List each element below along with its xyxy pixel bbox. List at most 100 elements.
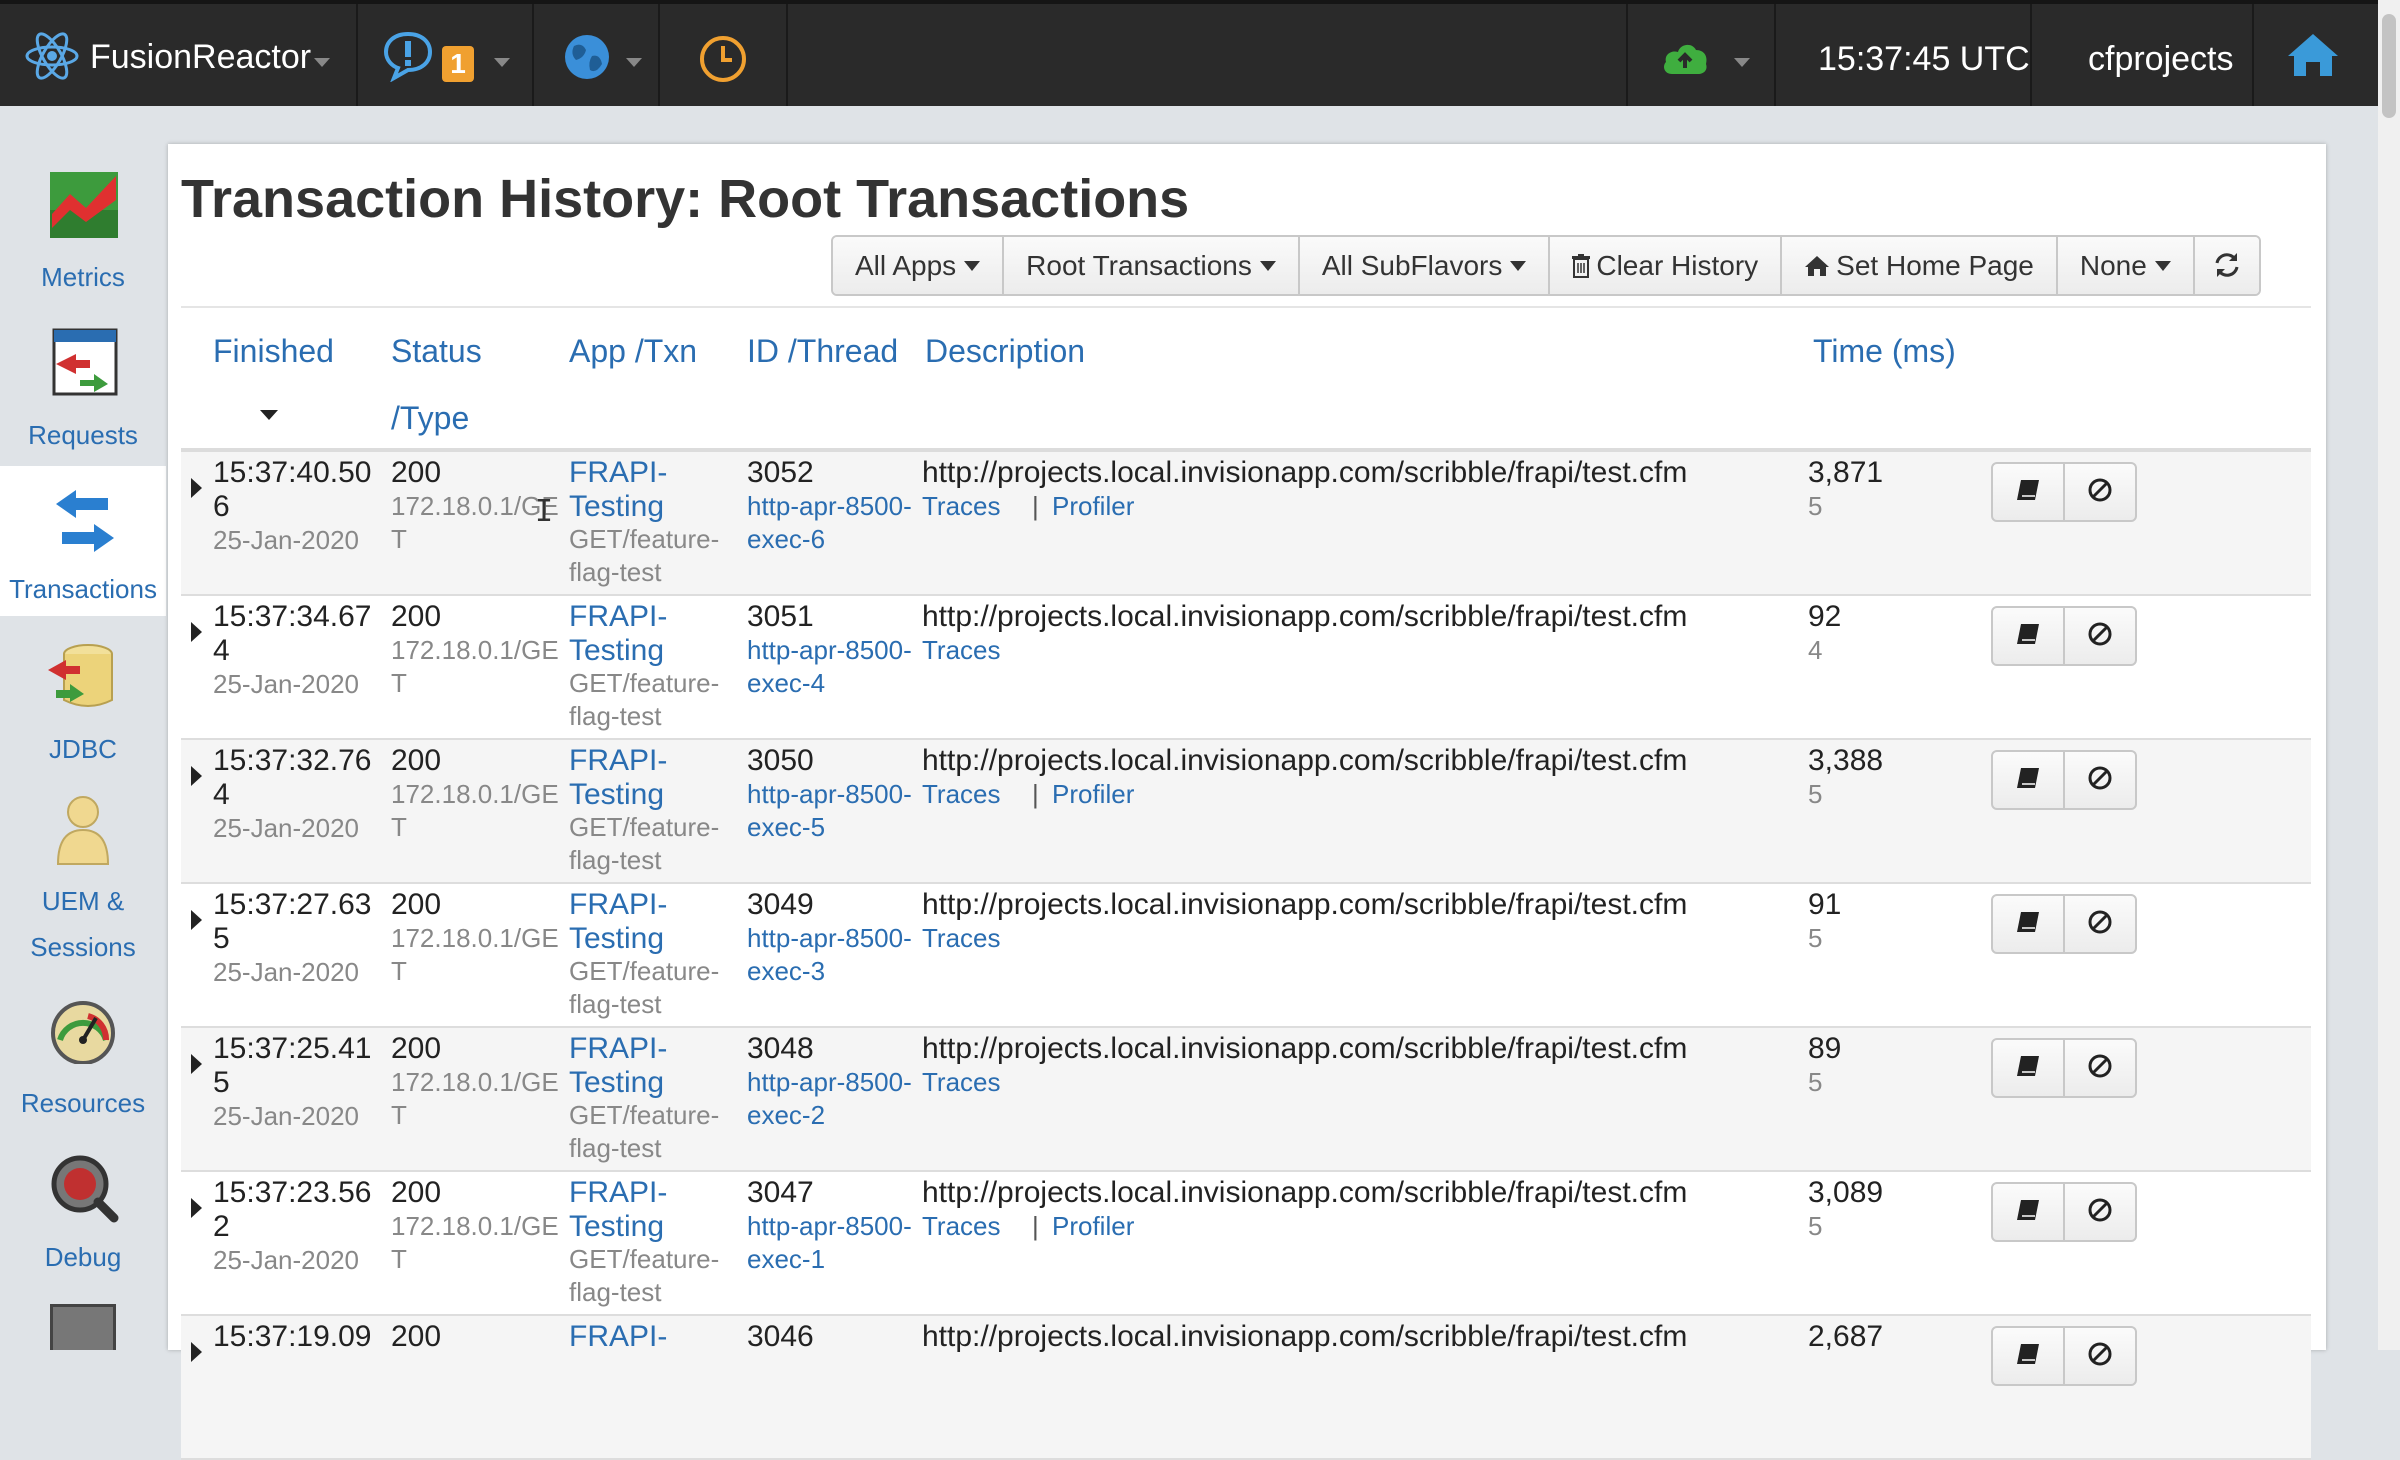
traces-link[interactable]: Traces <box>922 1210 1001 1243</box>
duration-ms: 3,871 <box>1808 456 1884 489</box>
atom-logo-icon <box>24 28 80 89</box>
all-apps-dropdown[interactable]: All Apps <box>833 237 1005 294</box>
home-button[interactable] <box>2254 4 2378 106</box>
table-row[interactable]: 15:37:25.41 5 25-Jan-2020 200 172.18.0.1/GE T… <box>181 1028 2311 1172</box>
app-name-link[interactable]: FRAPI- <box>569 1032 667 1066</box>
app-name-link-cont[interactable]: Testing <box>569 1066 664 1100</box>
app-name-link[interactable]: FRAPI- <box>569 888 667 922</box>
expand-row-icon[interactable] <box>191 1198 202 1218</box>
finished-time-cont: 4 <box>213 778 230 811</box>
gauge-icon <box>48 998 118 1069</box>
page-scrollbar[interactable] <box>2378 0 2400 1350</box>
instances-menu[interactable] <box>534 4 660 106</box>
traces-link[interactable]: Traces <box>922 1066 1001 1099</box>
app-name-link[interactable]: FRAPI- <box>569 744 667 778</box>
app-name-link-cont[interactable]: Testing <box>569 490 664 524</box>
none-label: None <box>2079 250 2147 281</box>
thread-link-cont[interactable]: exec-4 <box>747 667 825 700</box>
thread-link[interactable]: http-apr-8500- <box>747 490 912 523</box>
clear-history-button[interactable]: Clear History <box>1550 237 1783 294</box>
thread-link[interactable]: http-apr-8500- <box>747 922 912 955</box>
book-icon <box>2016 1343 2040 1370</box>
view-details-button[interactable] <box>1993 1184 2065 1240</box>
view-details-button[interactable] <box>1993 752 2065 808</box>
table-row[interactable]: 15:37:19.09 200 FRAPI- 3046 http://projects.… <box>181 1316 2311 1460</box>
expand-row-icon[interactable] <box>191 1342 202 1362</box>
table-row[interactable]: 15:37:23.56 2 25-Jan-2020 200 172.18.0.1/GE T… <box>181 1172 2311 1316</box>
app-name-link[interactable]: FRAPI- <box>569 1320 667 1354</box>
app-name-link[interactable]: FRAPI- <box>569 1176 667 1210</box>
view-details-button[interactable] <box>1993 1040 2065 1096</box>
root-transactions-dropdown[interactable]: Root Transactions <box>1004 237 1300 294</box>
cancel-transaction-button[interactable] <box>2065 1184 2135 1240</box>
col-header-app-txn[interactable]: App /Txn <box>569 333 697 370</box>
cancel-transaction-button[interactable] <box>2065 464 2135 520</box>
ban-icon <box>2087 477 2113 508</box>
book-icon <box>2016 479 2040 506</box>
thread-link[interactable]: http-apr-8500- <box>747 1066 912 1099</box>
expand-row-icon[interactable] <box>191 622 202 642</box>
thread-link-cont[interactable]: exec-5 <box>747 811 825 844</box>
thread-link-cont[interactable]: exec-2 <box>747 1099 825 1132</box>
profiler-link[interactable]: Profiler <box>1052 490 1134 523</box>
request-url: http://projects.local.invisionapp.com/sc… <box>922 600 1688 633</box>
notifications-menu[interactable]: 1 <box>358 4 534 106</box>
sidebar-item-partial-icon[interactable] <box>50 1304 116 1350</box>
col-header-type[interactable]: /Type <box>391 400 469 437</box>
app-name-link-cont[interactable]: Testing <box>569 634 664 668</box>
table-row[interactable]: 15:37:34.67 4 25-Jan-2020 200 172.18.0.1/GE T… <box>181 596 2311 740</box>
history-button[interactable] <box>660 4 788 106</box>
table-row[interactable]: 15:37:32.76 4 25-Jan-2020 200 172.18.0.1/GE T… <box>181 740 2311 884</box>
app-name-link[interactable]: FRAPI- <box>569 456 667 490</box>
table-row[interactable]: 15:37:40.50 6 25-Jan-2020 200 172.18.0.1/GE T… <box>181 452 2311 596</box>
profiler-link[interactable]: Profiler <box>1052 778 1134 811</box>
cancel-transaction-button[interactable] <box>2065 608 2135 664</box>
traces-link[interactable]: Traces <box>922 634 1001 667</box>
view-details-button[interactable] <box>1993 608 2065 664</box>
cancel-transaction-button[interactable] <box>2065 1040 2135 1096</box>
cancel-transaction-button[interactable] <box>2065 752 2135 808</box>
view-details-button[interactable] <box>1993 896 2065 952</box>
thread-link[interactable]: http-apr-8500- <box>747 1210 912 1243</box>
instance-name[interactable]: cfprojects <box>2032 4 2254 106</box>
app-name-link-cont[interactable]: Testing <box>569 778 664 812</box>
refresh-button[interactable] <box>2194 237 2259 294</box>
col-header-status[interactable]: Status <box>391 333 482 370</box>
expand-row-icon[interactable] <box>191 478 202 498</box>
ban-icon <box>2087 765 2113 796</box>
home-icon <box>2286 32 2340 83</box>
txn-name-cont: flag-test <box>569 1133 662 1163</box>
thread-link-cont[interactable]: exec-3 <box>747 955 825 988</box>
traces-link[interactable]: Traces <box>922 778 1001 811</box>
profiler-link[interactable]: Profiler <box>1052 1210 1134 1243</box>
expand-row-icon[interactable] <box>191 766 202 786</box>
cancel-transaction-button[interactable] <box>2065 896 2135 952</box>
thread-link[interactable]: http-apr-8500- <box>747 634 912 667</box>
thread-link-cont[interactable]: exec-1 <box>747 1243 825 1276</box>
app-name-link[interactable]: FRAPI- <box>569 600 667 634</box>
col-header-time[interactable]: Time (ms) <box>1813 333 1956 370</box>
thread-link-cont[interactable]: exec-6 <box>747 523 825 556</box>
app-name-link-cont[interactable]: Testing <box>569 922 664 956</box>
traces-link[interactable]: Traces <box>922 490 1001 523</box>
traces-link[interactable]: Traces <box>922 922 1001 955</box>
view-details-button[interactable] <box>1993 464 2065 520</box>
col-header-id-thread[interactable]: ID /Thread <box>747 333 898 370</box>
col-header-finished[interactable]: Finished <box>213 333 334 370</box>
none-dropdown[interactable]: None <box>2057 237 2195 294</box>
view-details-button[interactable] <box>1993 1328 2065 1384</box>
app-name-link-cont[interactable]: Testing <box>569 1210 664 1244</box>
app-menu[interactable]: FusionReactor <box>0 4 358 106</box>
thread-link[interactable]: http-apr-8500- <box>747 778 912 811</box>
row-actions <box>1991 1182 2137 1242</box>
set-home-page-button[interactable]: Set Home Page <box>1782 237 2058 294</box>
col-header-description[interactable]: Description <box>925 333 1085 370</box>
table-row[interactable]: 15:37:27.63 5 25-Jan-2020 200 172.18.0.1/GE T… <box>181 884 2311 1028</box>
cancel-transaction-button[interactable] <box>2065 1328 2135 1384</box>
all-subflavors-dropdown[interactable]: All SubFlavors <box>1299 237 1551 294</box>
scrollbar-thumb[interactable] <box>2382 14 2396 118</box>
expand-row-icon[interactable] <box>191 910 202 930</box>
expand-row-icon[interactable] <box>191 1054 202 1074</box>
cloud-status-menu[interactable] <box>1626 4 1776 106</box>
duration-ms: 92 <box>1808 600 1842 633</box>
